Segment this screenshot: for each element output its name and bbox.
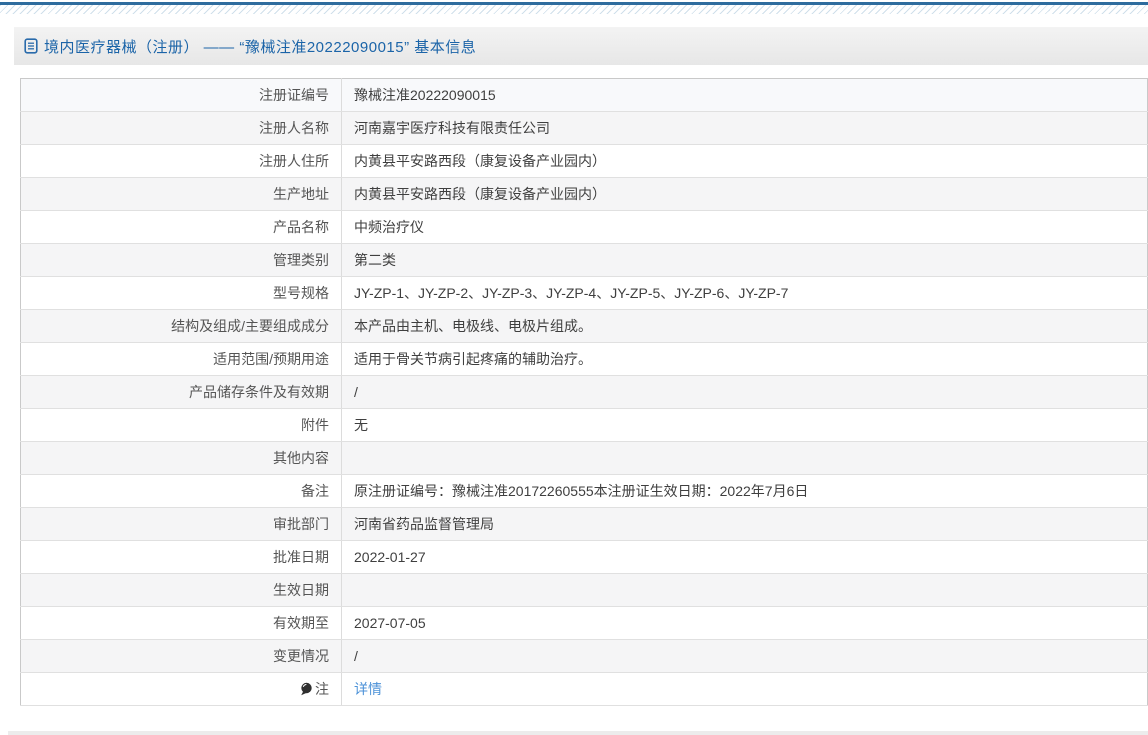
row-label: 型号规格 bbox=[20, 276, 342, 310]
row-value: 无 bbox=[341, 408, 1148, 442]
table-row: 型号规格 JY-ZP-1、JY-ZP-2、JY-ZP-3、JY-ZP-4、JY-… bbox=[20, 276, 1148, 310]
row-value: 2022-01-27 bbox=[341, 540, 1148, 574]
row-value: 本产品由主机、电极线、电极片组成。 bbox=[341, 309, 1148, 343]
row-value: JY-ZP-1、JY-ZP-2、JY-ZP-3、JY-ZP-4、JY-ZP-5、… bbox=[341, 276, 1148, 310]
info-table: 注册证编号 豫械注准20222090015 注册人名称 河南嘉宇医疗科技有限责任… bbox=[20, 78, 1148, 706]
detail-link[interactable]: 详情 bbox=[354, 681, 382, 697]
row-value bbox=[341, 441, 1148, 475]
row-label: 变更情况 bbox=[20, 639, 342, 673]
table-row: 适用范围/预期用途 适用于骨关节病引起疼痛的辅助治疗。 bbox=[20, 342, 1148, 376]
row-label: 有效期至 bbox=[20, 606, 342, 640]
table-row: 生产地址 内黄县平安路西段（康复设备产业园内） bbox=[20, 177, 1148, 211]
table-row: 管理类别 第二类 bbox=[20, 243, 1148, 277]
row-label: 生效日期 bbox=[20, 573, 342, 607]
row-label: 备注 bbox=[20, 474, 342, 508]
table-row: 变更情况 / bbox=[20, 639, 1148, 673]
table-row: 注册人住所 内黄县平安路西段（康复设备产业园内） bbox=[20, 144, 1148, 178]
row-value: 第二类 bbox=[341, 243, 1148, 277]
table-row: 审批部门 河南省药品监督管理局 bbox=[20, 507, 1148, 541]
row-label: 注册证编号 bbox=[20, 78, 342, 112]
table-row: 有效期至 2027-07-05 bbox=[20, 606, 1148, 640]
table-row: 注册人名称 河南嘉宇医疗科技有限责任公司 bbox=[20, 111, 1148, 145]
row-label: 附件 bbox=[20, 408, 342, 442]
row-value: 豫械注准20222090015 bbox=[341, 78, 1148, 112]
row-label: 生产地址 bbox=[20, 177, 342, 211]
table-row: 产品名称 中频治疗仪 bbox=[20, 210, 1148, 244]
table-row: 附件 无 bbox=[20, 408, 1148, 442]
row-value: 内黄县平安路西段（康复设备产业园内） bbox=[341, 177, 1148, 211]
row-label: 注册人名称 bbox=[20, 111, 342, 145]
table-row: 生效日期 bbox=[20, 573, 1148, 607]
row-value: 河南省药品监督管理局 bbox=[341, 507, 1148, 541]
row-value: 河南嘉宇医疗科技有限责任公司 bbox=[341, 111, 1148, 145]
row-label: 注册人住所 bbox=[20, 144, 342, 178]
table-row: 注 详情 bbox=[20, 672, 1148, 706]
row-value: 原注册证编号：豫械注准20172260555本注册证生效日期：2022年7月6日 bbox=[341, 474, 1148, 508]
table-row: 注册证编号 豫械注准20222090015 bbox=[20, 78, 1148, 112]
row-label: 注 bbox=[315, 681, 329, 697]
row-value: 适用于骨关节病引起疼痛的辅助治疗。 bbox=[341, 342, 1148, 376]
note-bubble-icon bbox=[300, 682, 313, 696]
row-value: / bbox=[341, 375, 1148, 409]
decorative-hatch-band bbox=[0, 5, 1148, 14]
row-label: 审批部门 bbox=[20, 507, 342, 541]
page-title: 境内医疗器械（注册） —— “豫械注准20222090015” 基本信息 bbox=[44, 38, 477, 56]
row-value bbox=[341, 573, 1148, 607]
document-icon bbox=[24, 38, 38, 54]
table-row: 其他内容 bbox=[20, 441, 1148, 475]
table-row: 批准日期 2022-01-27 bbox=[20, 540, 1148, 574]
row-label: 适用范围/预期用途 bbox=[20, 342, 342, 376]
row-label: 产品名称 bbox=[20, 210, 342, 244]
table-row: 产品储存条件及有效期 / bbox=[20, 375, 1148, 409]
row-label-note: 注 bbox=[20, 672, 342, 706]
row-value: / bbox=[341, 639, 1148, 673]
row-label: 结构及组成/主要组成成分 bbox=[20, 309, 342, 343]
row-value: 内黄县平安路西段（康复设备产业园内） bbox=[341, 144, 1148, 178]
row-label: 管理类别 bbox=[20, 243, 342, 277]
table-row: 结构及组成/主要组成成分 本产品由主机、电极线、电极片组成。 bbox=[20, 309, 1148, 343]
page-header: 境内医疗器械（注册） —— “豫械注准20222090015” 基本信息 bbox=[14, 27, 1148, 65]
table-row: 备注 原注册证编号：豫械注准20172260555本注册证生效日期：2022年7… bbox=[20, 474, 1148, 508]
row-value: 详情 bbox=[341, 672, 1148, 706]
row-label: 产品储存条件及有效期 bbox=[20, 375, 342, 409]
registration-info-panel: 注册证编号 豫械注准20222090015 注册人名称 河南嘉宇医疗科技有限责任… bbox=[20, 78, 1148, 706]
row-value: 2027-07-05 bbox=[341, 606, 1148, 640]
next-section-edge bbox=[8, 731, 1148, 735]
row-label: 其他内容 bbox=[20, 441, 342, 475]
row-label: 批准日期 bbox=[20, 540, 342, 574]
row-value: 中频治疗仪 bbox=[341, 210, 1148, 244]
